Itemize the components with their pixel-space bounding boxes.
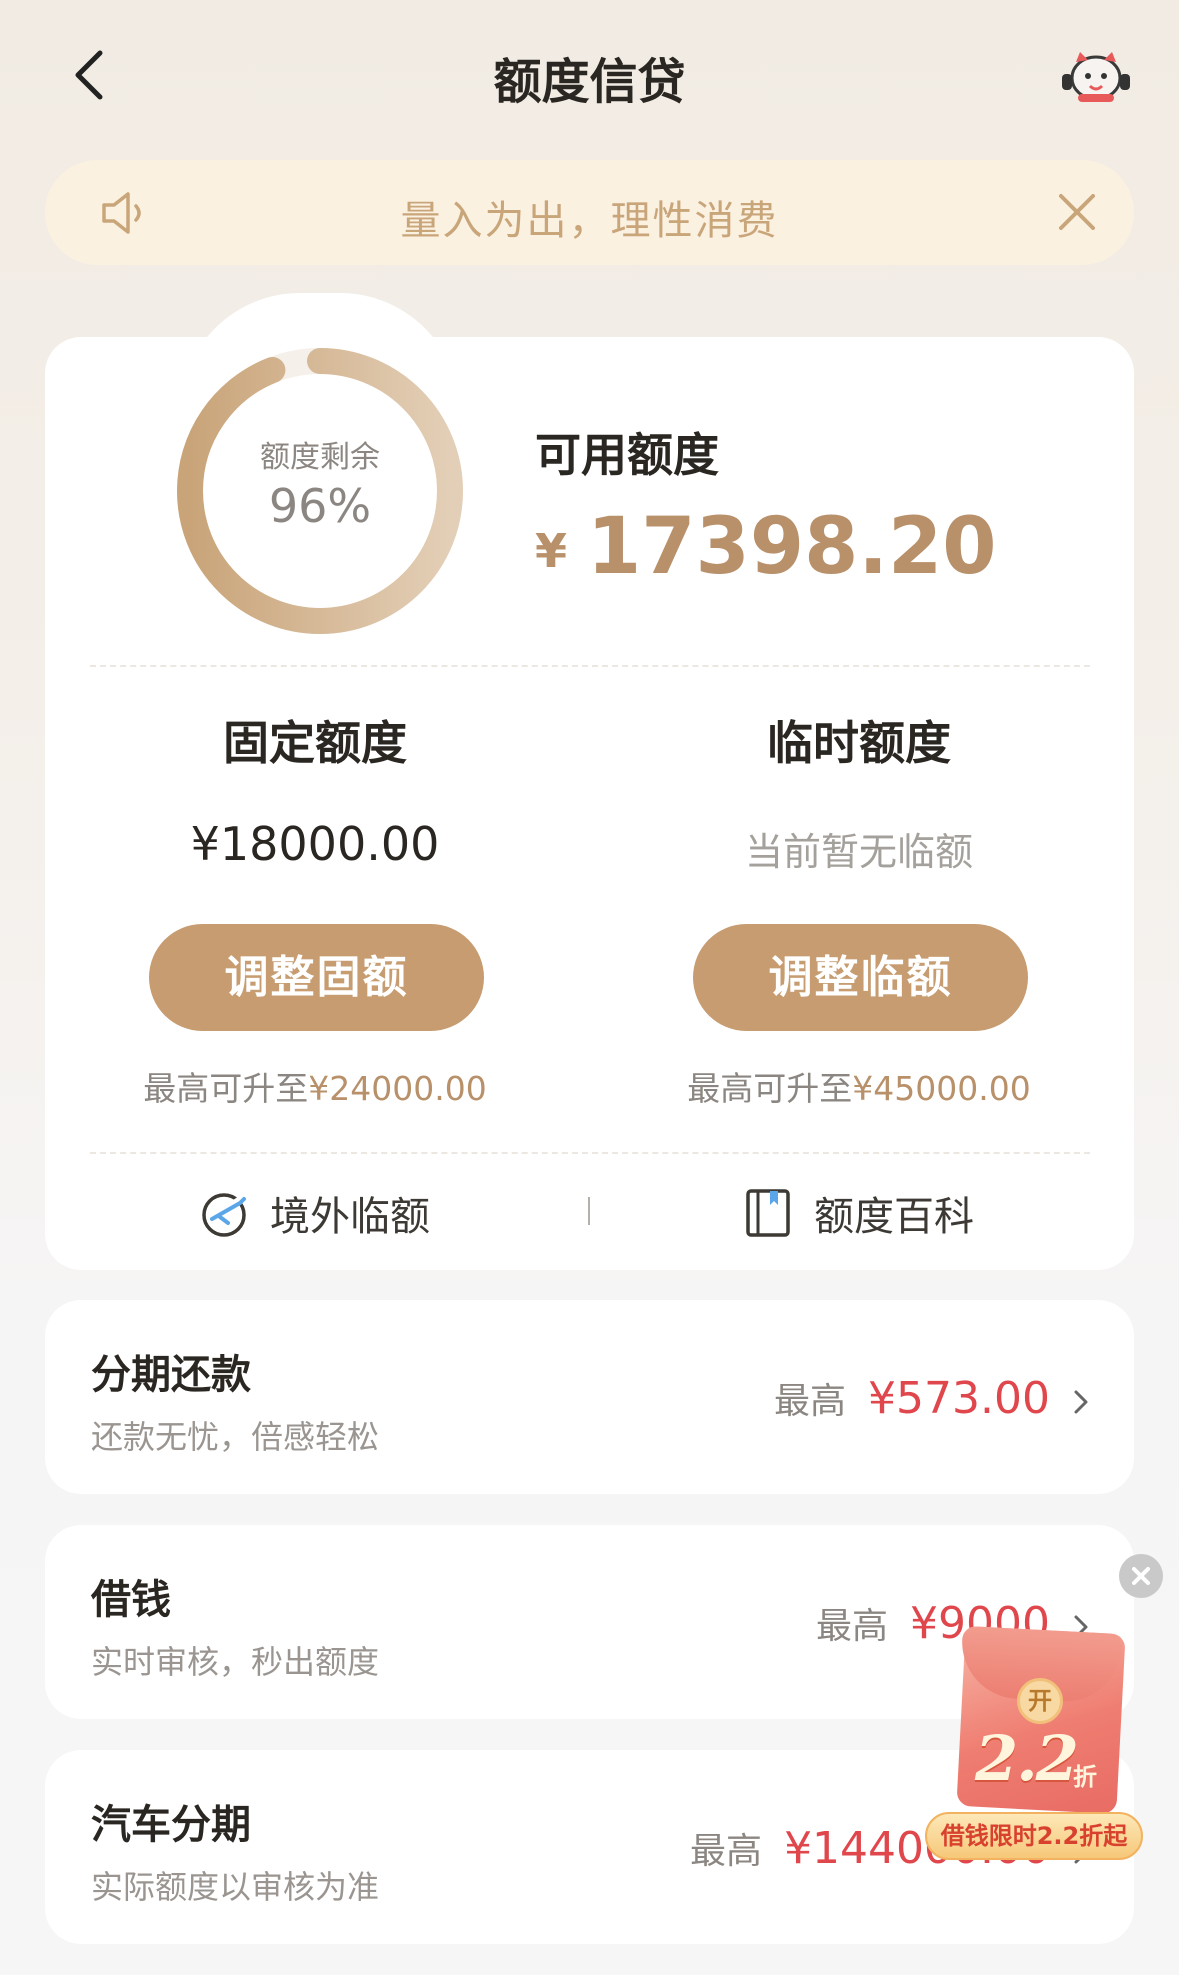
available-limit-label: 可用额度 — [535, 428, 719, 482]
plane-globe-icon — [202, 1193, 246, 1237]
adjust-fixed-limit-button[interactable]: 调整固额 — [149, 924, 484, 1031]
red-envelope-promo[interactable]: 开 2.2 折 借钱限时2.2折起 — [925, 1552, 1165, 1862]
max-prefix: 最高可升至 — [143, 1069, 309, 1108]
available-amount-value: 17398.20 — [587, 502, 997, 592]
max-value: ¥573.00 — [868, 1373, 1050, 1424]
notice-banner: 量入为出，理性消费 — [45, 160, 1134, 265]
temp-limit-status: 当前暂无临额 — [744, 830, 973, 874]
max-label: 最高 — [690, 1831, 763, 1872]
limit-encyclopedia-link[interactable]: 额度百科 — [742, 1183, 974, 1243]
open-seal: 开 — [1017, 1678, 1063, 1724]
book-icon — [746, 1189, 790, 1237]
max-prefix: 最高可升至 — [687, 1069, 853, 1108]
product-title: 汽车分期 — [91, 1802, 251, 1848]
ring-percent: 96% — [268, 479, 372, 533]
customer-service-mascot-icon[interactable] — [1060, 48, 1132, 108]
dashed-divider — [90, 1152, 1090, 1154]
fixed-limit-title: 固定额度 — [223, 716, 407, 770]
available-limit-amount: ¥17398.20 — [535, 502, 997, 592]
product-card-installment[interactable]: 分期还款 还款无忧，倍感轻松 最高 ¥573.00 — [45, 1300, 1134, 1494]
promo-close-button[interactable] — [1119, 1554, 1163, 1598]
product-max: 最高 ¥573.00 — [774, 1372, 1050, 1424]
vertical-separator — [588, 1197, 590, 1225]
page-title: 额度信贷 — [493, 54, 686, 110]
fixed-limit-max: 最高可升至¥24000.00 — [45, 1062, 585, 1110]
product-subtitle: 实际额度以审核为准 — [91, 1868, 380, 1906]
max-label: 最高 — [816, 1606, 889, 1647]
adjust-temp-limit-button[interactable]: 调整临额 — [693, 924, 1028, 1031]
close-icon[interactable] — [1055, 190, 1099, 234]
temp-limit-title: 临时额度 — [767, 716, 951, 770]
overseas-temp-limit-label: 境外临额 — [270, 1194, 430, 1240]
fixed-limit-amount: ¥18000.00 — [190, 817, 440, 871]
ring-label: 额度剩余 — [260, 440, 380, 475]
limit-encyclopedia-label: 额度百科 — [814, 1194, 974, 1240]
promo-discount: 2.2 — [975, 1722, 1079, 1795]
currency-symbol: ¥ — [535, 524, 568, 578]
notice-text: 量入为出，理性消费 — [400, 198, 779, 244]
close-icon — [1132, 1567, 1150, 1585]
promo-banner-text: 借钱限时2.2折起 — [925, 1812, 1143, 1860]
max-amount: ¥24000.00 — [308, 1069, 487, 1108]
promo-discount-unit: 折 — [1073, 1763, 1097, 1791]
product-title: 借钱 — [91, 1577, 171, 1623]
product-subtitle: 实时审核，秒出额度 — [91, 1643, 380, 1681]
overseas-temp-limit-link[interactable]: 境外临额 — [198, 1183, 430, 1243]
dashed-divider — [90, 665, 1090, 667]
credit-summary-card: 额度剩余 96% 可用额度 ¥17398.20 固定额度 ¥18000.00 调… — [45, 337, 1134, 1270]
max-label: 最高 — [774, 1381, 847, 1422]
top-nav-bar: 额度信贷 — [0, 0, 1179, 150]
max-amount: ¥45000.00 — [852, 1069, 1031, 1108]
product-subtitle: 还款无忧，倍感轻松 — [91, 1418, 380, 1456]
product-title: 分期还款 — [91, 1352, 251, 1398]
temp-limit-max: 最高可升至¥45000.00 — [589, 1062, 1129, 1110]
chevron-right-icon — [1074, 1390, 1088, 1414]
